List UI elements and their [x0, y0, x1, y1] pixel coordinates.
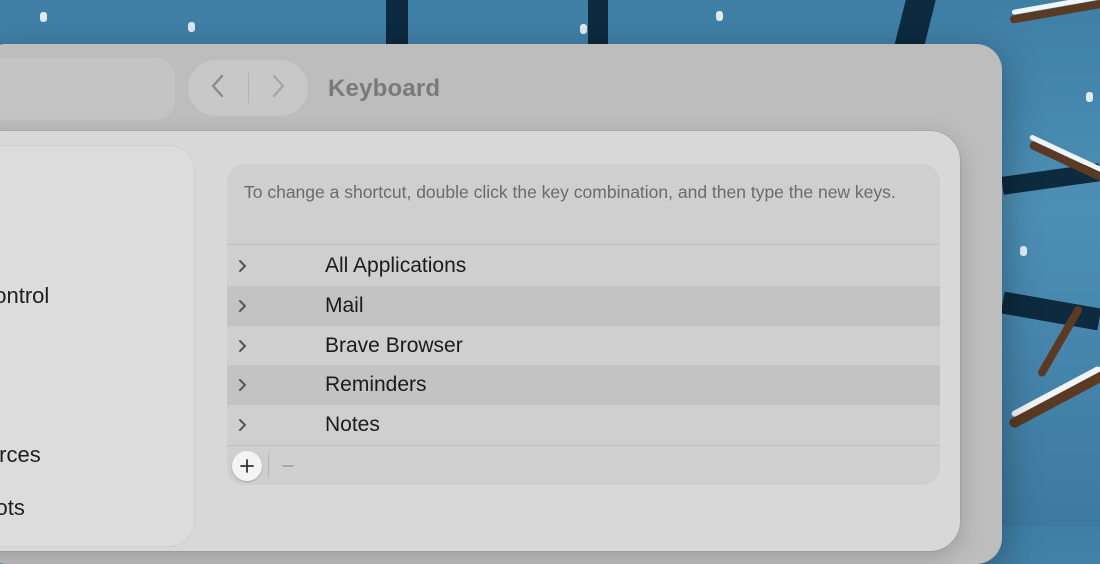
disclosure-chevron-icon[interactable]: [236, 298, 248, 314]
app-shortcuts-panel: To change a shortcut, double click the k…: [227, 164, 940, 485]
plus-icon: [239, 458, 255, 474]
disclosure-chevron-icon[interactable]: [236, 338, 248, 354]
snowflake: [1086, 92, 1093, 102]
button-divider: [268, 453, 269, 477]
snowflake: [188, 22, 195, 32]
app-row-mail[interactable]: Mail: [227, 286, 940, 326]
wallpaper-window-frame: [588, 0, 608, 44]
app-label: All Applications: [325, 254, 467, 277]
app-row-reminders[interactable]: Reminders: [227, 365, 940, 405]
wallpaper-window-frame: [894, 0, 936, 46]
chevron-left-icon: [210, 71, 226, 105]
disclosure-chevron-icon[interactable]: [236, 377, 248, 393]
shortcuts-sidebar: y n Control ws ard Sources nshots: [0, 146, 194, 546]
sidebar-item-input-sources[interactable]: Sources: [0, 442, 41, 468]
panel-divider: [227, 244, 940, 245]
sidebar-item-mission-control[interactable]: n Control: [0, 283, 49, 309]
disclosure-chevron-icon[interactable]: [236, 417, 248, 433]
app-label: Notes: [325, 413, 380, 436]
chevron-right-icon: [270, 71, 286, 105]
forward-button[interactable]: [249, 60, 309, 116]
tree-snow: [1010, 365, 1100, 418]
navigation-buttons: [188, 60, 308, 116]
app-row-notes[interactable]: Notes: [227, 405, 940, 445]
minus-icon: [281, 459, 295, 473]
app-row-brave-browser[interactable]: Brave Browser: [227, 326, 940, 366]
panel-divider: [227, 445, 940, 446]
app-label: Brave Browser: [325, 334, 463, 357]
snowflake: [1020, 246, 1027, 256]
app-label: Reminders: [325, 373, 427, 396]
sidebar-item-screenshots[interactable]: nshots: [0, 495, 25, 521]
disclosure-chevron-icon[interactable]: [236, 258, 248, 274]
app-label: Mail: [325, 294, 364, 317]
window-title: Keyboard: [328, 75, 441, 102]
snowflake: [580, 24, 587, 34]
wallpaper-window-frame: [386, 0, 408, 44]
wallpaper-window-frame: [1000, 291, 1100, 331]
back-button[interactable]: [188, 60, 248, 116]
tree-snow: [1028, 134, 1100, 173]
sidebar-toolbar-area: [0, 58, 175, 120]
snowflake: [40, 12, 47, 22]
remove-app-button[interactable]: [276, 451, 300, 481]
shortcut-instructions: To change a shortcut, double click the k…: [244, 182, 896, 202]
app-row-all-applications[interactable]: All Applications: [227, 246, 940, 286]
add-app-button[interactable]: [232, 451, 262, 481]
snowflake: [716, 11, 723, 21]
